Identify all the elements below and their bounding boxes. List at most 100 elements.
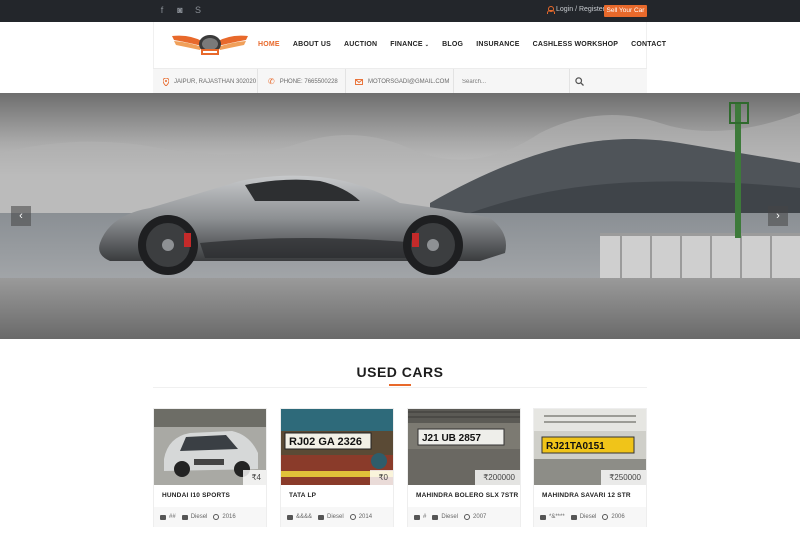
main-header: HOME ABOUT US AUCTION FINANCE ⌄ BLOG INSU… (153, 22, 666, 68)
used-cars-heading: USED CARS (356, 364, 444, 380)
car-icon (432, 514, 439, 520)
car-photo[interactable]: RJ02 GA 2326 ₹0 (281, 409, 393, 485)
owner-info: &&&& (287, 514, 312, 520)
car-card[interactable]: RJ02 GA 2326 ₹0 TATA LP &&&& Diesel 2014 (280, 408, 394, 527)
nav-blog[interactable]: BLOG (442, 41, 463, 48)
divider (453, 69, 454, 94)
chevron-down-icon: ⌄ (424, 42, 430, 48)
phone-info[interactable]: ✆ PHONE: 7665500228 (268, 69, 338, 94)
map-pin-icon (163, 77, 169, 86)
car-name[interactable]: HUNDAI I10 SPORTS (162, 492, 230, 499)
plate-text: RJ02 GA 2326 (289, 436, 362, 448)
slider-prev-button[interactable]: ‹ (11, 206, 31, 226)
year-info: 2016 (213, 514, 236, 520)
nav-contact[interactable]: CONTACT (631, 41, 666, 48)
car-card[interactable]: RJ21TA0151 ₹250000 MAHINDRA SAVARI 12 ST… (533, 408, 647, 527)
divider (153, 387, 647, 388)
fuel-info: Diesel (181, 514, 208, 520)
year-info: 2014 (349, 514, 372, 520)
slider-next-button[interactable]: › (768, 206, 788, 226)
fuel-info: Diesel (570, 514, 597, 520)
car-icon (287, 514, 293, 520)
main-nav: HOME ABOUT US AUCTION FINANCE ⌄ BLOG INSU… (258, 41, 679, 48)
car-name[interactable]: MAHINDRA SAVARI 12 STR (542, 492, 631, 499)
year-value: 2006 (611, 514, 625, 520)
heading-underline (389, 384, 411, 386)
user-icon (547, 6, 555, 14)
price-tag: ₹250000 (601, 470, 646, 485)
fuel-info: Diesel (432, 514, 458, 520)
car-meta: &&&& Diesel 2014 (281, 507, 393, 527)
year-value: 2016 (222, 514, 236, 520)
car-icon (181, 514, 188, 520)
car-photo[interactable]: ₹4 (154, 409, 266, 485)
hero-slider: ‹ › (0, 93, 800, 339)
fuel-value: Diesel (441, 514, 459, 520)
owner-value: # (423, 514, 427, 520)
envelope-icon (355, 78, 363, 85)
car-icon (160, 514, 166, 520)
location-info: JAIPUR, RAJASTHAN 302020 (163, 69, 256, 94)
email-text: MOTORSGADI@GMAIL.COM (368, 78, 450, 85)
nav-about-us[interactable]: ABOUT US (293, 41, 331, 48)
instagram-icon[interactable]: ◙ (176, 5, 184, 16)
login-register-link[interactable]: Login / Register (547, 6, 605, 14)
clock-icon (349, 514, 356, 520)
nav-insurance[interactable]: INSURANCE (476, 41, 519, 48)
year-value: 2007 (473, 514, 487, 520)
nav-finance-label: FINANCE (390, 41, 423, 48)
year-info: 2007 (464, 514, 486, 520)
car-card[interactable]: J21 UB 2857 ₹200000 MAHINDRA BOLERO SLX … (407, 408, 521, 527)
fuel-info: Diesel (318, 514, 344, 520)
facebook-icon[interactable]: f (158, 5, 166, 16)
fuel-value: Diesel (327, 514, 344, 520)
car-meta: ## Diesel 2016 (154, 507, 266, 527)
social-links: f ◙ S (158, 5, 202, 16)
clock-icon (602, 514, 609, 520)
car-icon (414, 514, 420, 520)
year-info: 2006 (602, 514, 625, 520)
owner-value: *&**** (549, 514, 565, 520)
plate-text: J21 UB 2857 (422, 433, 481, 444)
email-info[interactable]: MOTORSGADI@GMAIL.COM (355, 69, 449, 94)
divider (345, 69, 346, 94)
price-tag: ₹200000 (475, 470, 520, 485)
owner-info: # (414, 514, 426, 520)
contact-info-bar: JAIPUR, RAJASTHAN 302020 ✆ PHONE: 766550… (153, 68, 647, 94)
price-tag: ₹4 (243, 470, 266, 485)
car-meta: # Diesel 2007 (408, 507, 520, 527)
plate-text: RJ21TA0151 (546, 441, 605, 452)
nav-auction[interactable]: AUCTION (344, 41, 377, 48)
nav-finance[interactable]: FINANCE ⌄ (390, 41, 429, 48)
top-bar: f ◙ S Login / Register Sell Your Car (0, 0, 800, 22)
car-photo[interactable]: J21 UB 2857 ₹200000 (408, 409, 520, 485)
search-icon[interactable] (575, 77, 584, 86)
divider (569, 69, 570, 94)
owner-value: ## (169, 514, 176, 520)
fuel-value: Diesel (190, 514, 208, 520)
price-tag: ₹0 (370, 470, 393, 485)
car-card[interactable]: ₹4 HUNDAI I10 SPORTS ## Diesel 2016 (153, 408, 267, 527)
nav-home[interactable]: HOME (258, 41, 280, 48)
location-text: JAIPUR, RAJASTHAN 302020 (174, 78, 257, 85)
car-icon (540, 514, 546, 520)
site-logo[interactable] (170, 30, 250, 58)
skype-icon[interactable]: S (194, 5, 202, 16)
car-name[interactable]: TATA LP (289, 492, 316, 499)
car-meta: *&**** Diesel 2006 (534, 507, 646, 527)
owner-info: ## (160, 514, 176, 520)
car-name[interactable]: MAHINDRA BOLERO SLX 7STR (416, 492, 518, 499)
phone-icon: ✆ (268, 77, 275, 86)
divider (257, 69, 258, 94)
nav-cashless-workshop[interactable]: CASHLESS WORKSHOP (533, 41, 618, 48)
car-icon (318, 514, 325, 520)
car-photo[interactable]: RJ21TA0151 ₹250000 (534, 409, 646, 485)
search-input[interactable] (462, 69, 582, 94)
hero-car-image (0, 93, 800, 339)
car-icon (570, 514, 577, 520)
fuel-value: Diesel (579, 514, 597, 520)
clock-icon (213, 514, 220, 520)
clock-icon (464, 514, 471, 520)
sell-your-car-button[interactable]: Sell Your Car (604, 5, 647, 17)
phone-text: PHONE: 7665500228 (279, 78, 338, 85)
